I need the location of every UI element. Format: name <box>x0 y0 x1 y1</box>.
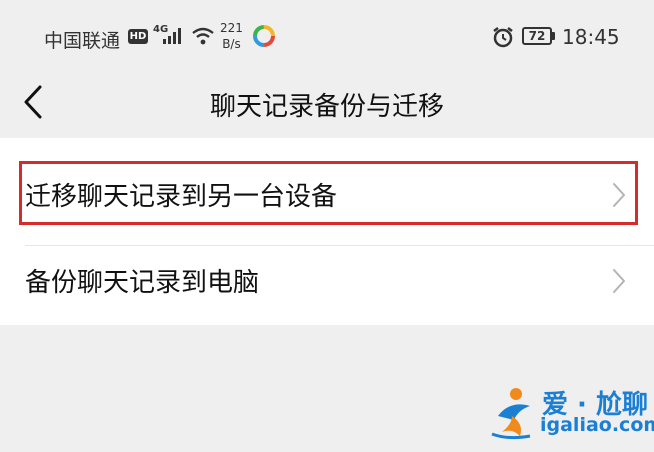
net-speed-unit: B/s <box>222 37 241 51</box>
battery-level: 72 <box>528 29 546 43</box>
chevron-right-icon <box>613 183 625 207</box>
clock: 18:45 <box>562 25 620 49</box>
hd-badge: HD <box>128 29 148 44</box>
app-notification-icon <box>253 25 275 47</box>
migrate-chat-history-item[interactable]: 迁移聊天记录到另一台设备 <box>0 150 654 246</box>
list-item-label: 备份聊天记录到电脑 <box>25 268 260 298</box>
carrier-name: 中国联通 <box>44 30 121 52</box>
battery-tip <box>552 32 555 40</box>
net-speed: 221 B/s <box>220 20 243 52</box>
menu-list: 迁移聊天记录到另一台设备 备份聊天记录到电脑 <box>0 138 654 325</box>
page-title: 聊天记录备份与迁移 <box>209 92 444 122</box>
net-speed-value: 221 <box>220 21 243 35</box>
chevron-right-icon <box>613 269 625 293</box>
backup-to-computer-item[interactable]: 备份聊天记录到电脑 <box>0 236 654 326</box>
nav-bar: 聊天记录备份与迁移 <box>0 72 654 136</box>
wifi-icon <box>192 27 214 45</box>
watermark-domain: igaliao.com <box>540 414 654 436</box>
signal-icon <box>163 28 181 44</box>
watermark: 爱 · 尬聊 igaliao.com <box>486 382 654 444</box>
battery-icon: 72 <box>522 27 552 45</box>
watermark-logo-icon <box>491 388 531 440</box>
list-item-label: 迁移聊天记录到另一台设备 <box>25 182 338 212</box>
status-bar: 中国联通 HD 4G 221 B/s 72 18:45 <box>0 0 654 72</box>
alarm-icon <box>493 27 513 48</box>
